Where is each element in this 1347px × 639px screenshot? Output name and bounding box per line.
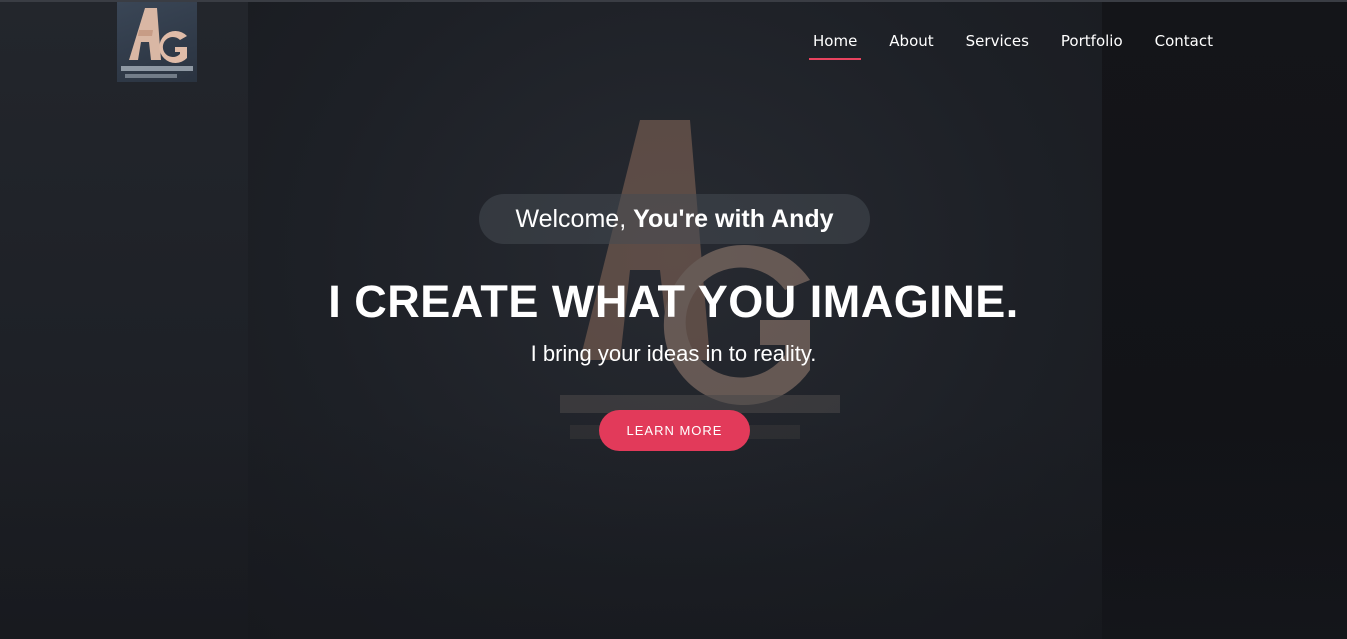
- main-nav: Home About Services Portfolio Contact: [797, 30, 1229, 60]
- site-logo[interactable]: [117, 2, 197, 82]
- nav-item-portfolio[interactable]: Portfolio: [1045, 30, 1139, 60]
- nav-item-home[interactable]: Home: [797, 30, 873, 60]
- hero-headline: I CREATE WHAT YOU IMAGINE.: [328, 276, 1019, 327]
- logo-ag-icon: [121, 8, 193, 78]
- welcome-prefix: Welcome,: [515, 204, 627, 233]
- hero-subline: I bring your ideas in to reality.: [530, 341, 817, 366]
- learn-more-button[interactable]: LEARN MORE: [599, 410, 750, 451]
- nav-item-about[interactable]: About: [873, 30, 949, 60]
- background-floor: [0, 420, 1347, 639]
- page: Home About Services Portfolio Contact We…: [0, 0, 1347, 639]
- welcome-name: You're with Andy: [633, 204, 834, 233]
- nav-item-services[interactable]: Services: [950, 30, 1045, 60]
- welcome-badge: Welcome, You're with Andy: [479, 194, 870, 244]
- nav-item-contact[interactable]: Contact: [1139, 30, 1229, 60]
